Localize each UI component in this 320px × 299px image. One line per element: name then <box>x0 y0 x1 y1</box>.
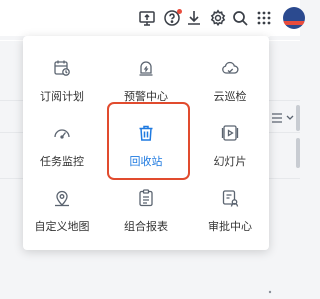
settings-icon[interactable] <box>208 8 228 28</box>
slideshow-icon <box>220 123 240 143</box>
clipboard-icon <box>136 188 156 208</box>
menu-item-label: 幻灯片 <box>213 155 247 168</box>
menu-item-slideshow[interactable]: 幻灯片 <box>191 111 269 173</box>
menu-item-label: 任务监控 <box>40 155 84 168</box>
screen-share-icon[interactable] <box>137 8 157 28</box>
menu-item-label: 订阅计划 <box>40 90 84 103</box>
menu-item-label: 云巡检 <box>213 90 247 103</box>
menu-item-cloud-inspection[interactable]: 云巡检 <box>191 46 269 108</box>
selection-highlight <box>107 102 190 180</box>
menu-item-approval-center[interactable]: 审批中心 <box>191 176 269 238</box>
menu-item-custom-map[interactable]: 自定义地图 <box>23 176 101 238</box>
cloud-check-icon <box>220 58 240 78</box>
menu-item-alert-center[interactable]: 预警中心 <box>107 46 185 108</box>
user-avatar[interactable] <box>283 7 305 29</box>
map-pin-icon <box>52 188 72 208</box>
approval-icon <box>220 188 240 208</box>
menu-item-subscription-plan[interactable]: 订阅计划 <box>23 46 101 108</box>
apps-grid-icon[interactable] <box>254 8 274 28</box>
download-icon[interactable] <box>184 8 204 28</box>
gauge-icon <box>52 123 72 143</box>
menu-item-task-monitor[interactable]: 任务监控 <box>23 111 101 173</box>
search-icon[interactable] <box>230 8 250 28</box>
list-view-toggle[interactable] <box>268 110 298 126</box>
notification-badge <box>177 9 182 14</box>
calendar-clock-icon <box>52 58 72 78</box>
alarm-bell-icon <box>136 58 156 78</box>
more-indicator <box>267 280 273 294</box>
menu-item-label: 组合报表 <box>124 220 168 233</box>
scrollbar-thumb[interactable] <box>296 138 300 168</box>
menu-item-combined-report[interactable]: 组合报表 <box>107 176 185 238</box>
top-navigation-bar <box>0 0 305 36</box>
menu-item-label: 自定义地图 <box>34 220 90 233</box>
menu-item-label: 审批中心 <box>208 220 252 233</box>
